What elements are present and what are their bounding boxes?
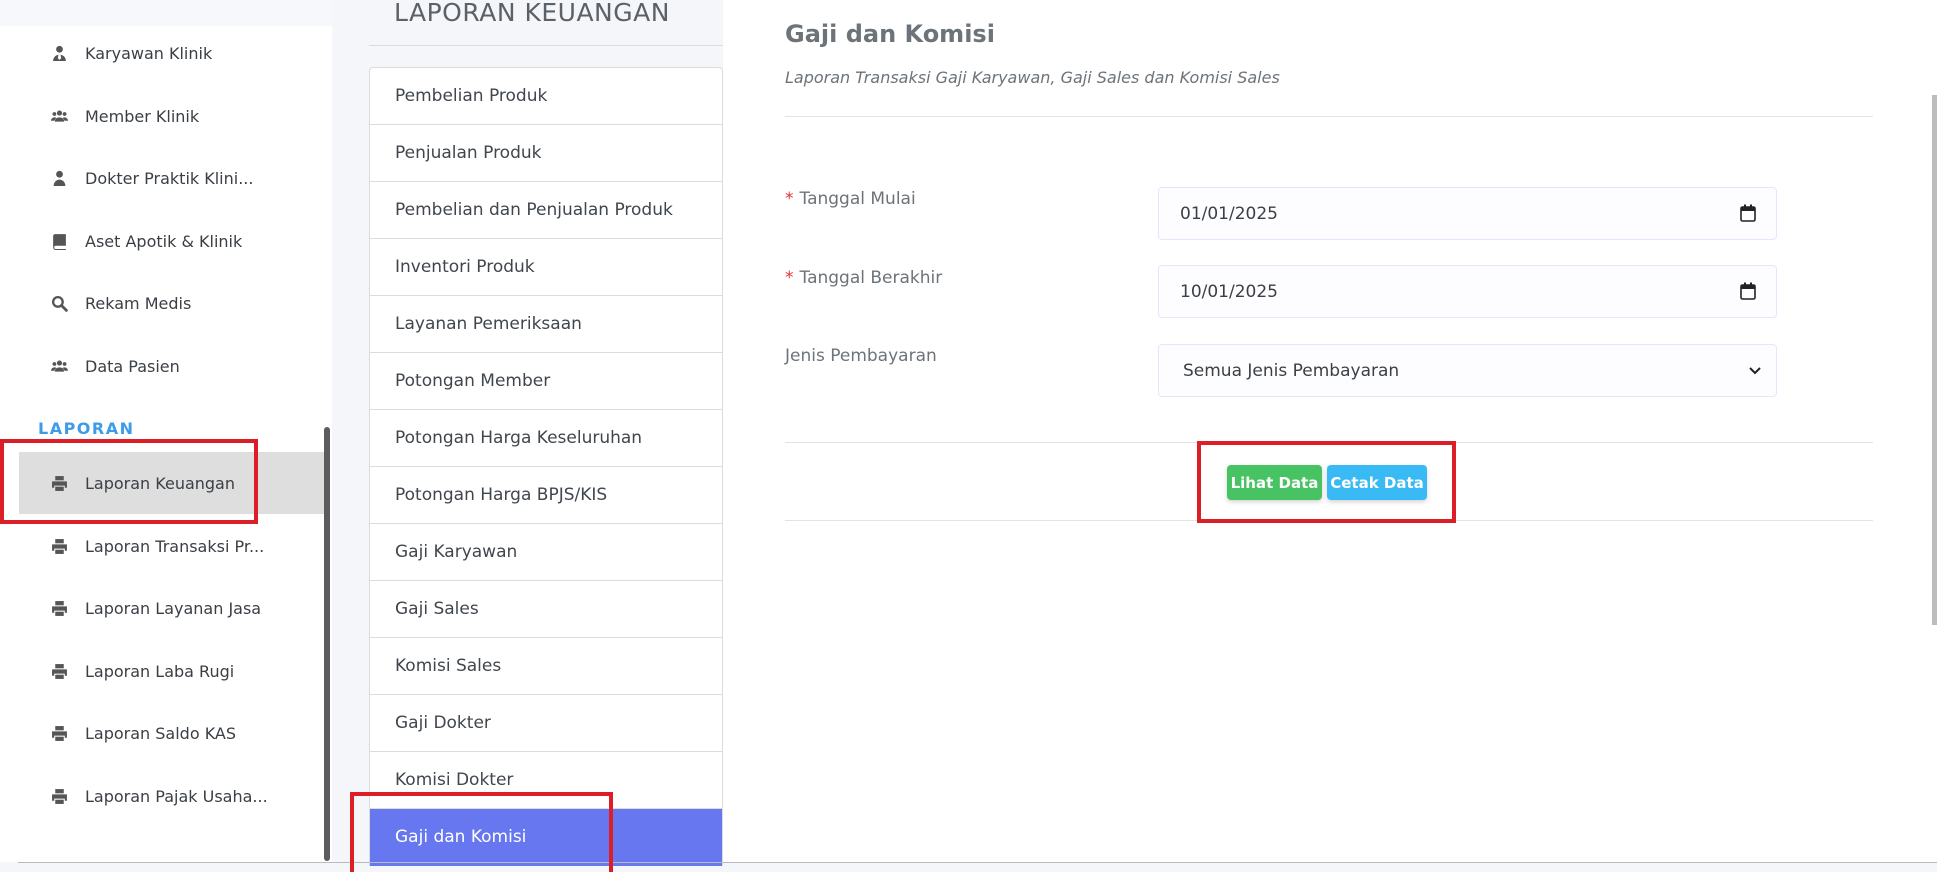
- sidebar-item-rekam-medis[interactable]: Rekam Medis: [19, 272, 324, 334]
- sidebar-scrollbar[interactable]: [324, 427, 330, 861]
- report-menu: LAPORAN KEUANGAN Pembelian Produk Penjua…: [369, 0, 723, 866]
- print-icon: [45, 663, 73, 680]
- start-date-value: 01/01/2025: [1180, 203, 1278, 224]
- required-mark: *: [785, 189, 794, 209]
- start-date-label-text: Tanggal Mulai: [799, 189, 916, 209]
- page-scrollbar[interactable]: [1932, 95, 1937, 625]
- print-icon: [45, 538, 73, 555]
- sidebar-item-label: Laporan Pajak Usaha...: [85, 786, 268, 806]
- highlight-box: [350, 792, 613, 872]
- sidebar-item-dokter-praktik[interactable]: Dokter Praktik Klini...: [19, 147, 324, 209]
- sidebar-item-label: Laporan Laba Rugi: [85, 661, 235, 681]
- sidebar-item-laporan-saldo-kas[interactable]: Laporan Saldo KAS: [19, 702, 324, 764]
- menu-item-gaji-karyawan[interactable]: Gaji Karyawan: [370, 524, 722, 581]
- end-date-label-text: Tanggal Berakhir: [799, 268, 943, 288]
- sidebar-item-label: Laporan Transaksi Pr...: [85, 536, 265, 556]
- sidebar-item-label: Rekam Medis: [85, 293, 192, 313]
- chevron-down-icon: [1749, 367, 1761, 375]
- highlight-box: [1197, 441, 1456, 523]
- menu-item-pembelian-produk[interactable]: Pembelian Produk: [370, 68, 722, 125]
- sidebar-item-member-klinik[interactable]: Member Klinik: [19, 85, 324, 147]
- sidebar-item-label: Laporan Layanan Jasa: [85, 598, 262, 618]
- divider: [785, 116, 1873, 117]
- menu-item-layanan-pemeriksaan[interactable]: Layanan Pemeriksaan: [370, 296, 722, 353]
- menu-item-pembelian-penjualan[interactable]: Pembelian dan Penjualan Produk: [370, 182, 722, 239]
- menu-item-gaji-dokter[interactable]: Gaji Dokter: [370, 695, 722, 752]
- user-icon: [45, 170, 73, 187]
- payment-type-value: Semua Jenis Pembayaran: [1183, 360, 1400, 381]
- sidebar-item-laporan-layanan-jasa[interactable]: Laporan Layanan Jasa: [19, 577, 324, 639]
- menu-item-inventori-produk[interactable]: Inventori Produk: [370, 239, 722, 296]
- sidebar-item-label: Karyawan Klinik: [85, 43, 213, 63]
- payment-type-label: Jenis Pembayaran: [785, 346, 937, 366]
- required-mark: *: [785, 268, 794, 288]
- end-date-value: 10/01/2025: [1180, 281, 1278, 302]
- payment-type-select[interactable]: Semua Jenis Pembayaran: [1158, 344, 1777, 397]
- menu-item-penjualan-produk[interactable]: Penjualan Produk: [370, 125, 722, 182]
- report-card: Gaji dan Komisi Laporan Transaksi Gaji K…: [723, 0, 1937, 862]
- menu-item-komisi-sales[interactable]: Komisi Sales: [370, 638, 722, 695]
- highlight-box: [0, 439, 258, 524]
- sidebar-item-karyawan-klinik[interactable]: Karyawan Klinik: [19, 22, 324, 84]
- sidebar-item-laporan-pajak-usaha[interactable]: Laporan Pajak Usaha...: [19, 765, 324, 827]
- start-date-input[interactable]: 01/01/2025: [1158, 187, 1777, 240]
- search-icon: [45, 295, 73, 312]
- report-menu-list: Pembelian Produk Penjualan Produk Pembel…: [369, 67, 723, 866]
- sidebar-item-data-pasien[interactable]: Data Pasien: [19, 335, 324, 397]
- sidebar-item-laporan-transaksi[interactable]: Laporan Transaksi Pr...: [19, 515, 324, 577]
- print-icon: [45, 600, 73, 617]
- calendar-icon[interactable]: [1740, 204, 1756, 222]
- print-icon: [45, 788, 73, 805]
- user-tie-icon: [45, 45, 73, 62]
- end-date-input[interactable]: 10/01/2025: [1158, 265, 1777, 318]
- calendar-icon[interactable]: [1740, 282, 1756, 300]
- divider: [369, 45, 723, 46]
- book-icon: [45, 233, 73, 250]
- report-menu-title: LAPORAN KEUANGAN: [394, 0, 670, 27]
- menu-item-potongan-keseluruhan[interactable]: Potongan Harga Keseluruhan: [370, 410, 722, 467]
- sidebar-item-label: Member Klinik: [85, 106, 200, 126]
- sidebar: Karyawan Klinik Member Klinik Dokter Pra…: [0, 0, 332, 862]
- menu-item-potongan-member[interactable]: Potongan Member: [370, 353, 722, 410]
- sidebar-item-label: Aset Apotik & Klinik: [85, 231, 243, 251]
- menu-item-gaji-sales[interactable]: Gaji Sales: [370, 581, 722, 638]
- sidebar-item-label: Dokter Praktik Klini...: [85, 168, 254, 188]
- divider: [18, 862, 1937, 863]
- users-icon: [45, 108, 73, 125]
- page-subtitle: Laporan Transaksi Gaji Karyawan, Gaji Sa…: [785, 68, 1280, 87]
- start-date-label: * Tanggal Mulai: [785, 189, 916, 209]
- sidebar-item-label: Laporan Saldo KAS: [85, 723, 237, 743]
- users-icon: [45, 358, 73, 375]
- end-date-label: * Tanggal Berakhir: [785, 268, 942, 288]
- page-title: Gaji dan Komisi: [785, 20, 995, 48]
- print-icon: [45, 725, 73, 742]
- sidebar-item-laporan-laba-rugi[interactable]: Laporan Laba Rugi: [19, 640, 324, 702]
- menu-item-potongan-bpjs[interactable]: Potongan Harga BPJS/KIS: [370, 467, 722, 524]
- page: Karyawan Klinik Member Klinik Dokter Pra…: [0, 0, 1937, 872]
- sidebar-item-label: Data Pasien: [85, 356, 180, 376]
- sidebar-section-laporan: LAPORAN: [38, 419, 135, 438]
- sidebar-item-aset[interactable]: Aset Apotik & Klinik: [19, 210, 324, 272]
